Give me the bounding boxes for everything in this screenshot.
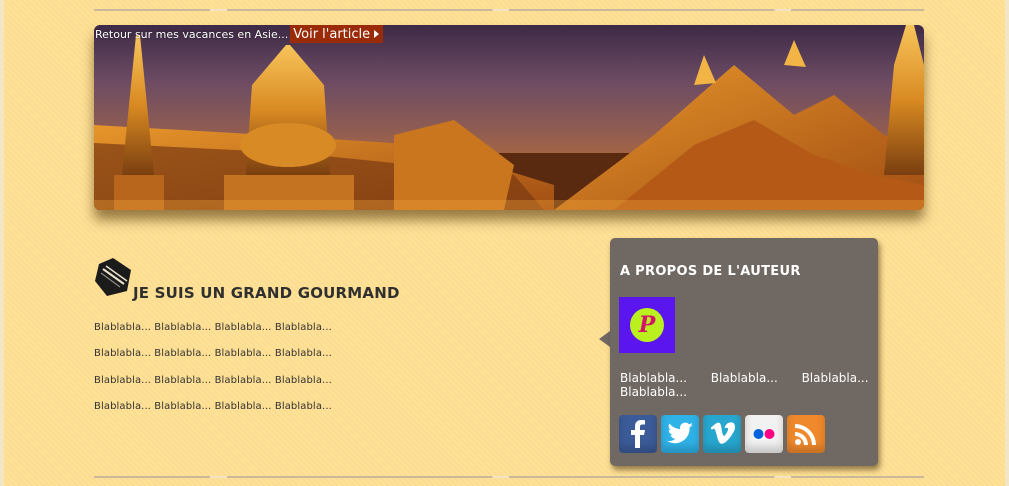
facebook-icon <box>631 420 645 448</box>
avatar-logo: P <box>630 308 664 342</box>
rss-icon <box>795 424 816 445</box>
banner-caption: Retour sur mes vacances en Asie... Voir … <box>94 25 384 43</box>
post-text-line: Blablabla... Blablabla... Blablabla... B… <box>94 375 332 386</box>
banner-caption-text: Retour sur mes vacances en Asie... <box>95 27 289 41</box>
top-divider <box>94 9 924 11</box>
about-author-panel: A PROPOS DE L'AUTEUR P Blablabla... Blab… <box>610 238 878 466</box>
featured-banner[interactable]: Retour sur mes vacances en Asie... Voir … <box>94 25 924 210</box>
play-arrow-icon <box>374 30 380 38</box>
about-title: A PROPOS DE L'AUTEUR <box>620 264 801 279</box>
cutlery-icon <box>95 258 131 296</box>
twitter-icon <box>667 422 693 444</box>
vimeo-icon <box>710 422 735 444</box>
about-pointer <box>599 331 610 347</box>
read-article-label: Voir l'article <box>293 26 371 42</box>
rss-button[interactable] <box>787 415 825 453</box>
page-right-edge <box>1005 0 1009 486</box>
bottom-divider <box>94 476 924 478</box>
twitter-button[interactable] <box>661 415 699 453</box>
post-title[interactable]: JE SUIS UN GRAND GOURMAND <box>133 284 400 302</box>
social-links <box>619 415 825 453</box>
about-bio: Blablabla... Blablabla... Blablabla... B… <box>620 371 869 399</box>
vimeo-button[interactable] <box>703 415 741 453</box>
flickr-button[interactable] <box>745 415 783 453</box>
read-article-button[interactable]: Voir l'article <box>290 25 384 43</box>
flickr-icon <box>753 429 775 439</box>
facebook-button[interactable] <box>619 415 657 453</box>
post-text-line: Blablabla... Blablabla... Blablabla... B… <box>94 348 332 359</box>
page-left-edge <box>0 0 4 486</box>
post-text-line: Blablabla... Blablabla... Blablabla... B… <box>94 322 332 333</box>
temple-image <box>94 25 924 210</box>
post-text-line: Blablabla... Blablabla... Blablabla... B… <box>94 401 332 412</box>
author-avatar[interactable]: P <box>619 297 675 353</box>
